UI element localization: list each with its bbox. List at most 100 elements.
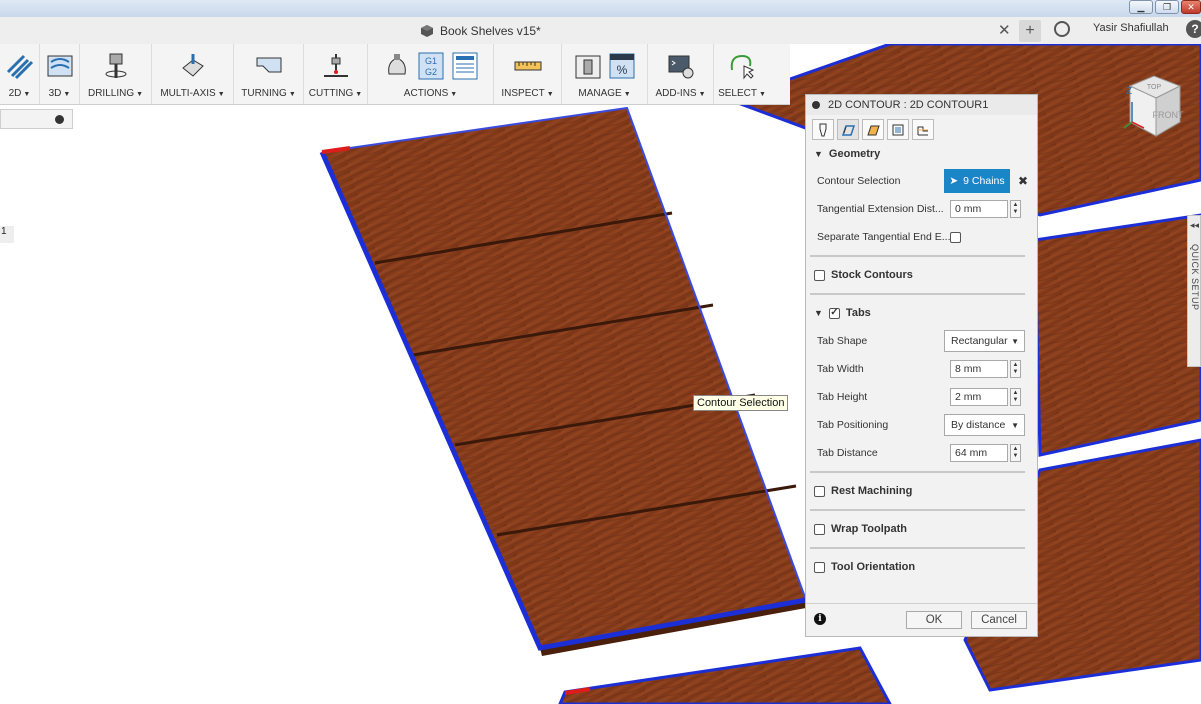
collapse-triangle-icon[interactable]: ▼	[814, 149, 823, 159]
tab-heights[interactable]	[862, 119, 884, 140]
wrap-toolpath-section[interactable]: Wrap Toolpath	[806, 515, 1037, 543]
geometry-section-header[interactable]: ▼ Geometry	[806, 141, 1037, 167]
section-divider	[810, 471, 1025, 473]
info-icon[interactable]: i	[814, 613, 826, 625]
tab-distance-input[interactable]: 64 mm	[950, 444, 1008, 462]
toolbar-label-3d: 3D	[48, 88, 62, 99]
minimize-button[interactable]: ▁	[1129, 0, 1153, 14]
contour-selection-button[interactable]: ➤ 9 Chains	[944, 169, 1010, 193]
tab-distance-spinner[interactable]: ▲ ▼	[1010, 444, 1021, 462]
dialog-tabs	[806, 115, 1037, 141]
tab-height-label: Tab Height	[817, 391, 868, 403]
tabs-section-header[interactable]: ▼ ✓ Tabs	[806, 299, 1037, 327]
dialog-footer: i OK Cancel	[806, 603, 1037, 636]
tab-height-row: Tab Height 2 mm ▲ ▼	[806, 383, 1037, 411]
toolbar-label-turning: TURNING	[241, 88, 287, 99]
section-divider	[810, 547, 1025, 549]
tool-orientation-checkbox[interactable]	[814, 561, 825, 573]
tool-icon	[819, 123, 827, 136]
section-divider	[810, 509, 1025, 511]
manufacture-toolbar: 2D ▼ 3D ▼ DRILLING ▼ MULTI-AXIS ▼ TURNING ▼ C…	[0, 44, 790, 105]
chains-count: 9 Chains	[963, 175, 1005, 187]
toolbar-group-2d[interactable]: 2D ▼	[0, 44, 40, 104]
toolbar-group-add-ins[interactable]: ADD-INS ▼	[648, 44, 714, 104]
tab-width-spinner[interactable]: ▲ ▼	[1010, 360, 1021, 378]
tab-positioning-label: Tab Positioning	[817, 419, 889, 431]
dropdown-arrow-icon: ▼	[1011, 336, 1019, 346]
collapse-triangle-icon[interactable]: ▼	[814, 308, 823, 318]
rest-machining-checkbox[interactable]	[814, 485, 825, 497]
tab-height-input[interactable]: 2 mm	[950, 388, 1008, 406]
board-bottom	[558, 646, 892, 704]
job-status-icon[interactable]	[1054, 21, 1070, 37]
quick-setup-panel-tab[interactable]: ◂◂ QUICK SETUP	[1187, 215, 1201, 367]
tab-height-spinner[interactable]: ▲ ▼	[1010, 388, 1021, 406]
dropdown-arrow-icon: ▼	[1011, 420, 1019, 430]
tab-distance-label: Tab Distance	[817, 447, 878, 459]
tangential-extension-label: Tangential Extension Dist...	[817, 203, 944, 215]
close-tab-icon[interactable]: ✕	[998, 21, 1011, 39]
close-window-button[interactable]: ✕	[1181, 0, 1201, 14]
wrap-toolpath-checkbox[interactable]	[814, 523, 825, 535]
selected-board[interactable]	[322, 108, 806, 648]
simulate-icon	[383, 52, 411, 80]
toolbar-label-select: SELECT	[718, 88, 757, 99]
toolbar-group-inspect[interactable]: INSPECT ▼	[494, 44, 562, 104]
tab-geometry[interactable]	[837, 119, 859, 140]
3d-toolpath-icon	[46, 52, 74, 80]
contour-selection-tooltip: Contour Selection	[693, 395, 789, 411]
tabs-checkbox[interactable]: ✓	[828, 307, 840, 319]
restore-button[interactable]: ❐	[1155, 0, 1179, 14]
collapse-browser-icon[interactable]	[55, 115, 64, 124]
toolbar-group-select[interactable]: SELECT ▼	[714, 44, 770, 104]
stock-contours-checkbox[interactable]	[814, 269, 825, 281]
tangential-extension-spinner[interactable]: ▲ ▼	[1010, 200, 1021, 218]
toolbar-group-turning[interactable]: TURNING ▼	[234, 44, 304, 104]
rest-machining-section[interactable]: Rest Machining	[806, 477, 1037, 505]
toolbar-group-cutting[interactable]: CUTTING ▼	[304, 44, 368, 104]
separate-tangential-checkbox[interactable]	[950, 231, 961, 243]
toolbar-label-actions: ACTIONS	[403, 88, 449, 99]
tab-width-input[interactable]: 8 mm	[950, 360, 1008, 378]
tab-shape-select[interactable]: Rectangular ▼	[944, 330, 1025, 352]
board-right-2	[1033, 213, 1201, 457]
toolbar-label-manage: MANAGE	[578, 88, 622, 99]
toolbar-group-3d[interactable]: 3D ▼	[40, 44, 80, 104]
stock-contours-section[interactable]: Stock Contours	[806, 261, 1037, 289]
tab-passes[interactable]	[887, 119, 909, 140]
tool-orientation-section[interactable]: Tool Orientation	[806, 553, 1037, 581]
toolbar-group-manage[interactable]: % MANAGE ▼	[562, 44, 648, 104]
tab-positioning-value: By distance	[951, 419, 1006, 431]
toolbar-group-multi-axis[interactable]: MULTI-AXIS ▼	[152, 44, 234, 104]
new-tab-button[interactable]: +	[1019, 20, 1041, 42]
tabs-header-label: Tabs	[845, 307, 871, 319]
help-icon[interactable]: ?	[1186, 20, 1201, 38]
viewcube-top-label[interactable]: TOP	[1147, 84, 1162, 91]
cancel-button[interactable]: Cancel	[971, 611, 1027, 629]
tab-positioning-select[interactable]: By distance ▼	[944, 414, 1025, 436]
clear-selection-icon[interactable]: ✖	[1018, 174, 1028, 188]
document-tab-bar: Book Shelves v15* ✕ + Yasir Shafiullah ?	[0, 17, 1201, 45]
stock-contours-label: Stock Contours	[831, 269, 913, 281]
section-divider	[810, 255, 1025, 257]
tool-orientation-label: Tool Orientation	[831, 561, 916, 573]
tab-linking[interactable]	[912, 119, 934, 140]
dialog-collapse-icon[interactable]	[812, 101, 820, 109]
user-name[interactable]: Yasir Shafiullah	[1093, 22, 1169, 34]
window-controls: ▁ ❐ ✕	[1129, 0, 1201, 14]
contour-selection-label: Contour Selection	[817, 175, 901, 187]
toolbar-group-actions[interactable]: G1 G2 ACTIONS ▼	[368, 44, 494, 104]
select-icon	[728, 52, 756, 80]
tab-tool[interactable]	[812, 119, 834, 140]
expand-arrows-icon[interactable]: ◂◂	[1190, 220, 1199, 231]
cutting-icon	[322, 52, 350, 80]
browser-panel-header[interactable]	[0, 109, 73, 129]
geometry-icon	[841, 124, 855, 136]
document-tab[interactable]: Book Shelves v15*	[420, 20, 541, 42]
toolbar-group-drilling[interactable]: DRILLING ▼	[80, 44, 152, 104]
tangential-extension-input[interactable]: 0 mm	[950, 200, 1008, 218]
ok-button[interactable]: OK	[906, 611, 962, 629]
dialog-title-bar[interactable]: 2D CONTOUR : 2D CONTOUR1	[806, 95, 1037, 115]
viewcube-front-label[interactable]: FRONT	[1153, 110, 1184, 120]
view-cube[interactable]: TOP FRONT Z	[1120, 70, 1184, 140]
